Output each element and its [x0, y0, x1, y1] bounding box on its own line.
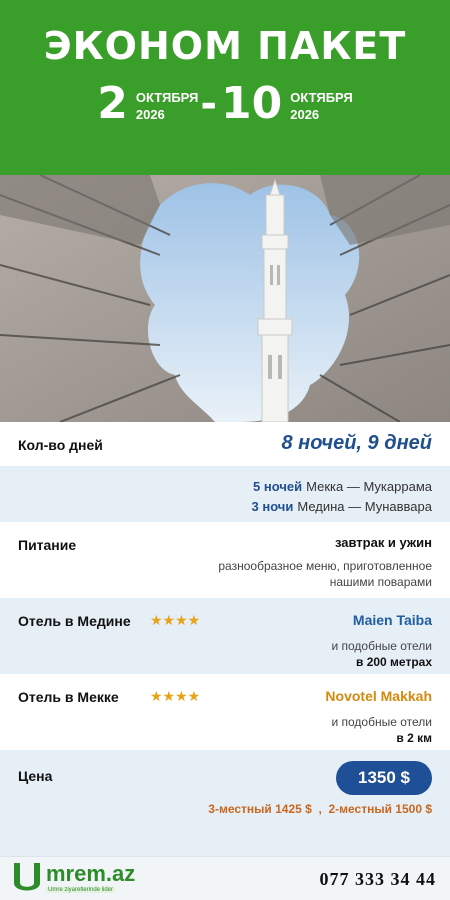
hotel-medina-row: Отель в Медине ★★★★ Maien Taiba и подобн…: [0, 598, 450, 674]
medina-nights-line: 3 ночи Медина — Мунаввара: [252, 499, 433, 514]
hotel-mecca-label: Отель в Мекке: [18, 689, 119, 705]
mecca-nights-line: 5 ночей Мекка — Мукаррама: [253, 479, 432, 494]
food-note-line1: разнообразное меню, приготовленное: [218, 559, 432, 573]
food-note-line2: нашими поварами: [329, 575, 432, 589]
mecca-city: Мекка — Мукаррама: [306, 479, 432, 494]
hotel-mecca-distance: в 2 км: [396, 731, 432, 745]
food-row: Питание завтрак и ужин разнообразное мен…: [0, 522, 450, 598]
food-label: Питание: [18, 537, 77, 553]
food-value: завтрак и ужин: [334, 535, 432, 550]
hotel-medina-distance: в 200 метрах: [355, 655, 432, 669]
price-pill-wrap: 1350 $: [336, 761, 432, 795]
mosque-photo: [0, 175, 450, 422]
start-year: 2026: [135, 107, 165, 122]
price-alternatives: 3-местный 1425 $ , 2-местный 1500 $: [208, 802, 432, 816]
mosque-minaret-illustration: [0, 175, 450, 422]
start-day: 2: [97, 78, 128, 129]
food-note: разнообразное меню, приготовленное нашим…: [218, 558, 432, 590]
days-row: Кол-во дней 8 ночей, 9 дней: [0, 422, 450, 466]
mecca-nights: 5 ночей: [253, 479, 303, 494]
date-separator: -: [200, 81, 217, 127]
header-banner: ЭКОНОМ ПАКЕТ 2 ОКТЯБРЯ 2026 - 10 ОКТЯБРЯ…: [0, 0, 450, 175]
hotel-medina-label: Отель в Медине: [18, 613, 131, 629]
date-range: 2 ОКТЯБРЯ 2026 - 10 ОКТЯБРЯ 2026: [0, 82, 450, 126]
start-month: ОКТЯБРЯ: [135, 90, 199, 105]
hotel-medina-note: и подобные отели: [331, 639, 432, 653]
hotel-mecca-stars: ★★★★: [150, 688, 201, 704]
start-date-text: ОКТЯБРЯ 2026: [136, 89, 199, 123]
hotel-mecca-row: Отель в Мекке ★★★★ Novotel Makkah и подо…: [0, 674, 450, 750]
price-value[interactable]: 1350 $: [336, 761, 432, 795]
end-date-text: ОКТЯБРЯ 2026: [290, 89, 353, 123]
footer: mrem.az Umre ziyaretlerinde lider 077 33…: [0, 856, 450, 900]
phone-number[interactable]: 077 333 34 44: [320, 869, 437, 890]
medina-city: Медина — Мунаввара: [297, 499, 432, 514]
package-title: ЭКОНОМ ПАКЕТ: [43, 24, 407, 68]
hotel-medina-stars: ★★★★: [150, 612, 201, 628]
price-label: Цена: [18, 768, 53, 784]
days-label: Кол-во дней: [18, 437, 103, 453]
logo-text: mrem.az: [46, 861, 136, 886]
end-month: ОКТЯБРЯ: [290, 90, 353, 105]
days-value: 8 ночей, 9 дней: [281, 432, 432, 454]
end-year: 2026: [290, 107, 320, 122]
hotel-mecca-name[interactable]: Novotel Makkah: [325, 688, 432, 704]
hotel-medina-name[interactable]: Maien Taiba: [353, 612, 432, 628]
logo-u-icon: [14, 863, 40, 891]
hotel-mecca-note: и подобные отели: [331, 715, 432, 729]
end-day: 10: [221, 78, 283, 129]
logo-subtitle: Umre ziyaretlerinde lider: [46, 887, 116, 893]
umrem-logo[interactable]: mrem.az Umre ziyaretlerinde lider: [8, 857, 158, 900]
price-row: Цена 1350 $ 3-местный 1425 $ , 2-местный…: [0, 750, 450, 856]
medina-nights: 3 ночи: [251, 499, 294, 514]
cities-row: 5 ночей Мекка — Мукаррама 3 ночи Медина — …: [0, 466, 450, 522]
